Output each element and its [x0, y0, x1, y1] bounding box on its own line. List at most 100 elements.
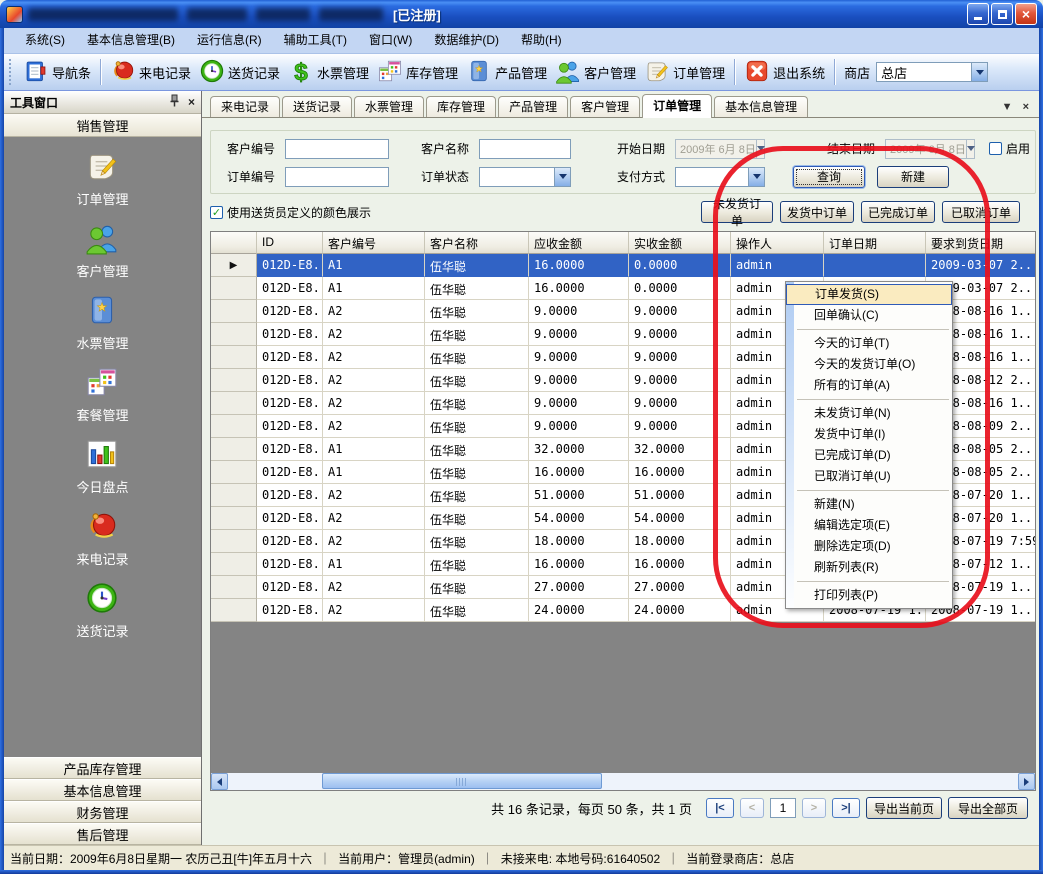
maximize-button[interactable]	[991, 3, 1013, 25]
chevron-down-icon[interactable]	[756, 140, 765, 158]
row-selector[interactable]: ▶	[211, 254, 257, 277]
sidebar-item-来电记录[interactable]: 来电记录	[76, 509, 128, 568]
tab-来电记录[interactable]: 来电记录	[210, 96, 280, 117]
order-status-select[interactable]	[479, 167, 571, 187]
grid-column-header-selector[interactable]	[211, 232, 257, 254]
context-menu-item-已取消订单(U)[interactable]: 已取消订单(U)	[786, 466, 952, 487]
row-selector[interactable]	[211, 323, 257, 346]
first-page-button[interactable]: |<	[706, 798, 734, 818]
sidebar-item-水票管理[interactable]: 水票管理	[76, 293, 128, 352]
export-current-page-button[interactable]: 导出当前页	[866, 797, 942, 819]
context-menu-item-今天的订单(T)[interactable]: 今天的订单(T)	[786, 333, 952, 354]
tab-送货记录[interactable]: 送货记录	[282, 96, 352, 117]
context-menu-item-发货中订单(I)[interactable]: 发货中订单(I)	[786, 424, 952, 445]
status-filter-button-发货中订单[interactable]: 发货中订单	[780, 201, 854, 223]
sidebar-item-今日盘点[interactable]: 今日盘点	[76, 437, 128, 496]
row-selector[interactable]	[211, 346, 257, 369]
page-number-input[interactable]	[770, 798, 796, 818]
sidebar-section-sales[interactable]: 销售管理	[4, 114, 201, 137]
scrollbar-thumb[interactable]	[322, 773, 602, 789]
grid-column-header-实收金额[interactable]: 实收金额	[629, 232, 731, 254]
toolbar-button-4[interactable]: 库存管理	[373, 56, 462, 89]
scroll-right-icon[interactable]	[1018, 773, 1035, 790]
start-date-picker[interactable]: 2009年 6月 8日	[675, 139, 765, 159]
pay-method-select[interactable]	[675, 167, 765, 187]
prev-page-button[interactable]: <	[740, 798, 764, 818]
status-filter-button-已取消订单[interactable]: 已取消订单	[942, 201, 1020, 223]
sidebar-item-送货记录[interactable]: 送货记录	[76, 581, 128, 640]
sidebar-item-套餐管理[interactable]: 套餐管理	[76, 365, 128, 424]
chevron-down-icon[interactable]	[966, 140, 975, 158]
tab-客户管理[interactable]: 客户管理	[570, 96, 640, 117]
context-menu-item-新建(N)[interactable]: 新建(N)	[786, 494, 952, 515]
sidebar-item-客户管理[interactable]: 客户管理	[76, 221, 128, 280]
pin-icon[interactable]	[169, 94, 180, 110]
tool-window-close-icon[interactable]: ×	[188, 95, 195, 109]
grid-column-header-客户编号[interactable]: 客户编号	[323, 232, 425, 254]
new-button[interactable]: 新建	[877, 166, 949, 188]
status-filter-button-未发货订单[interactable]: 未发货订单	[701, 201, 773, 223]
context-menu-item-所有的订单(A)[interactable]: 所有的订单(A)	[786, 375, 952, 396]
customer-name-input[interactable]	[479, 139, 571, 159]
horizontal-scrollbar[interactable]	[211, 773, 1035, 790]
row-selector[interactable]	[211, 599, 257, 622]
tab-scroll-down-icon[interactable]: ▼	[1002, 101, 1013, 113]
row-selector[interactable]	[211, 530, 257, 553]
row-selector[interactable]	[211, 553, 257, 576]
toolbar-button-8[interactable]: 退出系统	[740, 56, 829, 89]
close-button[interactable]: ×	[1015, 3, 1037, 25]
enable-checkbox[interactable]	[989, 142, 1002, 155]
menu-item-1[interactable]: 基本信息管理(B)	[76, 28, 186, 53]
grid-column-header-操作人[interactable]: 操作人	[731, 232, 824, 254]
grid-column-header-要求到货日期[interactable]: 要求到货日期	[926, 232, 1036, 254]
status-filter-button-已完成订单[interactable]: 已完成订单	[861, 201, 935, 223]
context-menu-item-未发货订单(N)[interactable]: 未发货订单(N)	[786, 403, 952, 424]
table-row[interactable]: ▶012D-E8...A1伍华聪16.00000.0000admin2009-0…	[211, 254, 1035, 277]
row-selector[interactable]	[211, 461, 257, 484]
tab-产品管理[interactable]: 产品管理	[498, 96, 568, 117]
sidebar-section-售后管理[interactable]: 售后管理	[4, 823, 201, 845]
end-date-picker[interactable]: 2009年 6月 8日	[885, 139, 975, 159]
context-menu-item-删除选定项(D)[interactable]: 删除选定项(D)	[786, 536, 952, 557]
row-selector[interactable]	[211, 415, 257, 438]
context-menu-item-今天的发货订单(O)[interactable]: 今天的发货订单(O)	[786, 354, 952, 375]
context-menu-item-订单发货(S)[interactable]: 订单发货(S)	[786, 284, 952, 305]
export-all-pages-button[interactable]: 导出全部页	[948, 797, 1028, 819]
minimize-button[interactable]	[967, 3, 989, 25]
row-selector[interactable]	[211, 300, 257, 323]
row-selector[interactable]	[211, 507, 257, 530]
menu-item-4[interactable]: 窗口(W)	[358, 28, 423, 53]
row-selector[interactable]	[211, 484, 257, 507]
row-selector[interactable]	[211, 277, 257, 300]
customer-code-input[interactable]	[285, 139, 389, 159]
menu-item-6[interactable]: 帮助(H)	[510, 28, 573, 53]
row-selector[interactable]	[211, 369, 257, 392]
toolbar-grip[interactable]	[9, 59, 15, 85]
menu-item-3[interactable]: 辅助工具(T)	[273, 28, 358, 53]
color-display-checkbox[interactable]: ✓	[210, 206, 223, 219]
grid-column-header-ID[interactable]: ID	[257, 232, 323, 254]
chevron-down-icon[interactable]	[554, 168, 570, 186]
context-menu-item-编辑选定项(E)[interactable]: 编辑选定项(E)	[786, 515, 952, 536]
menu-item-5[interactable]: 数据维护(D)	[423, 28, 510, 53]
menu-item-2[interactable]: 运行信息(R)	[186, 28, 273, 53]
query-button[interactable]: 查询	[793, 166, 865, 188]
toolbar-button-3[interactable]: $水票管理	[284, 56, 373, 89]
toolbar-button-2[interactable]: 送货记录	[195, 56, 284, 89]
order-code-input[interactable]	[285, 167, 389, 187]
grid-column-header-客户名称[interactable]: 客户名称	[425, 232, 529, 254]
context-menu-item-回单确认(C)[interactable]: 回单确认(C)	[786, 305, 952, 326]
tab-水票管理[interactable]: 水票管理	[354, 96, 424, 117]
toolbar-button-6[interactable]: 客户管理	[551, 56, 640, 89]
last-page-button[interactable]: >|	[832, 798, 860, 818]
context-menu-item-已完成订单(D)[interactable]: 已完成订单(D)	[786, 445, 952, 466]
sidebar-item-订单管理[interactable]: 订单管理	[76, 149, 128, 208]
row-selector[interactable]	[211, 576, 257, 599]
toolbar-button-5[interactable]: 产品管理	[462, 56, 551, 89]
chevron-down-icon[interactable]	[748, 168, 764, 186]
row-selector[interactable]	[211, 438, 257, 461]
chevron-down-icon[interactable]	[971, 63, 987, 81]
tab-库存管理[interactable]: 库存管理	[426, 96, 496, 117]
next-page-button[interactable]: >	[802, 798, 826, 818]
sidebar-section-基本信息管理[interactable]: 基本信息管理	[4, 779, 201, 801]
